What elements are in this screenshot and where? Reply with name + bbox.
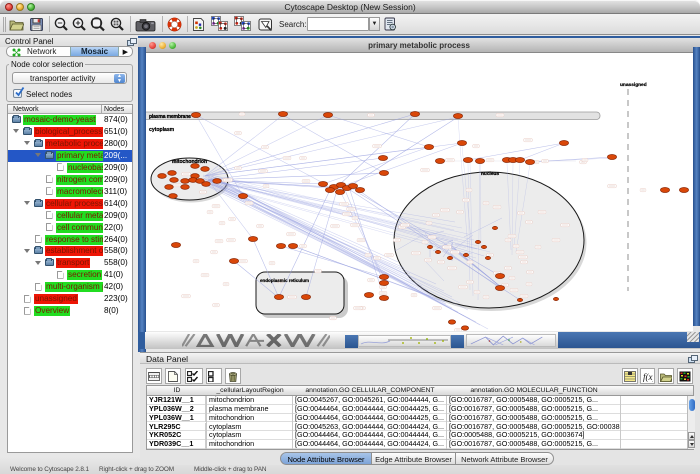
svg-text:mitochondrion: mitochondrion [172,159,207,165]
svg-text:endoplasmic reticulum: endoplasmic reticulum [260,278,309,283]
svg-text:f(x): f(x) [643,372,653,382]
svg-text:cytoplasm: cytoplasm [149,127,175,133]
svg-text:plasma membrane: plasma membrane [149,114,191,120]
svg-text:nucleus: nucleus [481,171,499,177]
svg-text:unassigned: unassigned [620,82,647,88]
